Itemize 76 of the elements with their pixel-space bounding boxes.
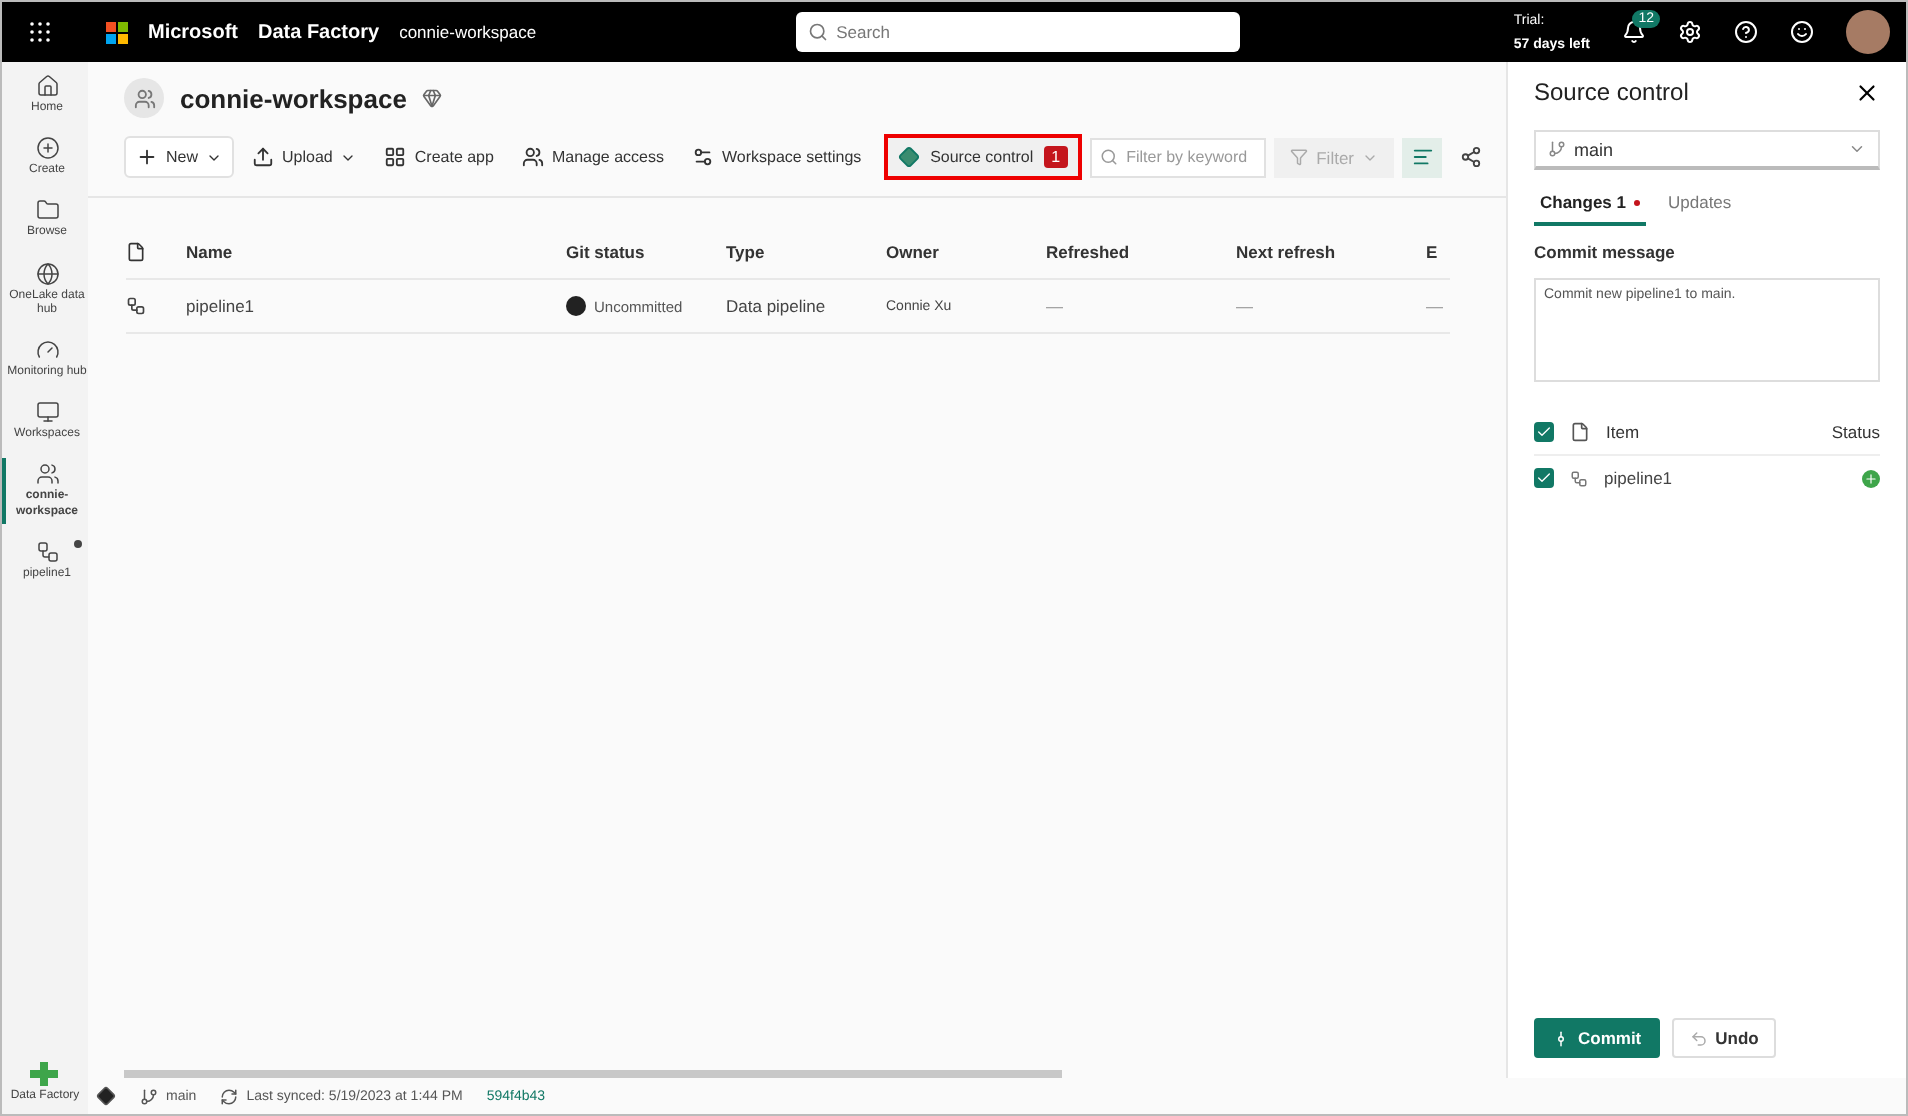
panel-tab[interactable]: Updates [1662,186,1738,226]
column-header[interactable]: Owner [886,230,1046,280]
scrollbar[interactable] [124,1070,1062,1078]
breadcrumb[interactable]: connie-workspace [399,22,537,42]
chevron-icon [1848,140,1866,158]
notifications-icon[interactable] [1622,20,1646,44]
search-field[interactable]: Search [796,12,1241,52]
panel-button[interactable]: Undo [1671,1018,1777,1058]
commit-icon [1552,1029,1570,1047]
toolbar-button[interactable]: Manage access [511,138,674,176]
git-status-icon [566,296,586,316]
branch-select[interactable]: main [1534,130,1880,170]
column-header[interactable]: Name [186,230,566,280]
toolbar-button[interactable]: New [124,136,235,178]
column-header: Status [1831,422,1880,442]
item-name: pipeline1 [1604,468,1673,488]
new-icon [136,146,158,168]
workspaces-icon [35,400,59,425]
table-cell: — [1426,280,1450,334]
avatar[interactable] [1846,10,1890,54]
settings-icon[interactable] [1678,20,1702,44]
column-header[interactable]: Next refresh [1236,230,1426,280]
workspace-icon [124,78,164,118]
toolbar-button[interactable]: Upload [242,138,367,176]
settings-icon [692,146,714,168]
panel-button[interactable]: Commit [1534,1018,1660,1058]
close-icon[interactable] [1854,79,1880,105]
feedback-icon[interactable] [1790,20,1814,44]
pipeline-icon [126,296,146,316]
table-cell: — [1046,280,1236,334]
premium-icon [422,88,443,108]
item-checkbox[interactable] [1534,468,1554,488]
logo-icon [106,21,128,43]
app-launcher-icon[interactable] [30,22,50,42]
create-icon [35,136,59,161]
workspace-icon [35,462,59,487]
undo-icon [1689,1029,1708,1047]
column-header[interactable]: Type [726,230,886,280]
home-icon [35,74,59,98]
toolbar-button[interactable]: Create app [374,138,504,176]
upload-icon [252,146,275,168]
table-cell[interactable]: pipeline1 [186,280,566,334]
git-icon [96,1086,116,1106]
access-icon [521,146,544,168]
column-header: Item [1606,422,1640,442]
source-control-button[interactable]: Source control 1 [884,134,1083,180]
onelake-icon [35,261,59,286]
branch-icon [1548,140,1566,158]
table-cell: Data pipeline [726,280,886,334]
help-icon[interactable] [1734,20,1758,44]
pipeline-icon [1570,469,1588,487]
toolbar-button[interactable]: Workspace settings [682,138,872,176]
branch-icon [140,1087,158,1105]
select-all-checkbox[interactable] [1534,422,1554,442]
search-icon [1100,148,1119,166]
sync-icon [220,1087,239,1105]
column-header[interactable]: E [1426,230,1450,280]
file-icon [1570,422,1590,442]
field-label: Commit message [1534,242,1677,262]
panel-title: Source control [1534,78,1689,106]
file-icon [126,242,146,262]
app-name[interactable]: Data Factory [258,21,380,43]
filter-icon [1290,148,1309,166]
pipeline-icon [35,539,59,564]
table-cell: — [1236,280,1426,334]
search-icon [808,22,829,42]
panel-tab[interactable]: Changes 1 [1534,186,1646,226]
workspace-title: connie-workspace [180,83,407,113]
brand-name: Microsoft [148,21,238,43]
git-icon [898,146,921,168]
list-view-icon[interactable] [1402,137,1442,177]
data-factory-logo-icon [30,1062,59,1086]
column-header[interactable]: Refreshed [1046,230,1236,280]
browse-icon [35,198,59,223]
column-header[interactable]: Git status [566,230,726,280]
app-icon [384,146,407,168]
